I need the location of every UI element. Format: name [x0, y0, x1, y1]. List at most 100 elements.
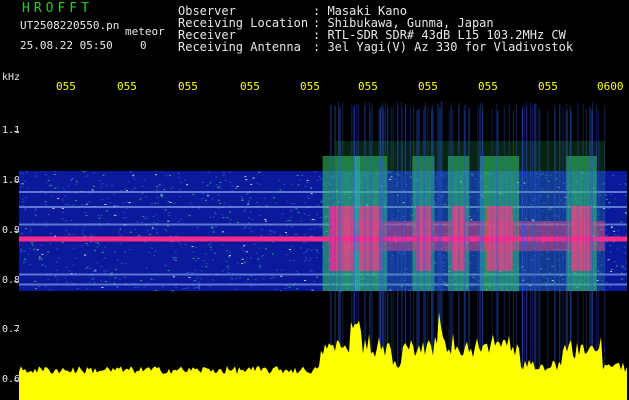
noise-speck — [83, 171, 86, 173]
noise-speck — [192, 258, 195, 259]
noise-speck — [285, 254, 288, 256]
noise-speck — [623, 268, 626, 270]
noise-speck — [85, 203, 88, 205]
noise-speck — [44, 193, 47, 195]
noise-speck — [196, 277, 199, 279]
noise-speck — [144, 218, 147, 220]
noise-speck — [94, 270, 97, 272]
echo-streak — [448, 110, 450, 381]
echo-streak — [329, 106, 331, 381]
echo-streak — [469, 108, 471, 381]
noise-speck — [201, 265, 204, 267]
noise-speck — [236, 262, 239, 264]
noise-speck — [235, 277, 238, 279]
noise-speck — [173, 258, 176, 260]
noise-speck — [140, 279, 143, 281]
noise-speck — [144, 241, 147, 243]
noise-speck — [93, 185, 95, 187]
echo-streak — [432, 105, 433, 381]
noise-speck — [209, 216, 211, 218]
noise-speck — [258, 172, 261, 173]
noise-speck — [609, 286, 612, 288]
noise-speck — [47, 251, 50, 253]
noise-speck — [186, 214, 189, 216]
noise-speck — [280, 275, 283, 277]
noise-speck — [171, 290, 174, 292]
noise-speck — [120, 262, 123, 264]
noise-speck — [113, 193, 115, 195]
noise-speck — [227, 272, 230, 274]
noise-speck — [250, 231, 253, 233]
noise-speck — [68, 233, 71, 235]
noise-speck — [179, 218, 182, 220]
noise-speck — [38, 256, 41, 258]
noise-speck — [609, 251, 612, 253]
noise-speck — [621, 278, 624, 280]
noise-speck — [193, 280, 196, 282]
antenna-label: Receiving Antenna — [178, 40, 301, 54]
noise-speck — [211, 227, 214, 229]
noise-speck — [31, 242, 33, 244]
noise-speck — [211, 259, 214, 261]
noise-speck — [301, 174, 304, 176]
noise-speck — [316, 276, 318, 278]
noise-speck — [625, 262, 627, 264]
noise-speck — [99, 279, 102, 281]
noise-speck — [314, 227, 317, 229]
echo-streak — [371, 103, 373, 382]
noise-speck — [254, 279, 257, 281]
noise-speck — [288, 220, 291, 222]
noise-speck — [157, 202, 160, 204]
echo-streak — [562, 106, 564, 382]
noise-speck — [61, 241, 64, 243]
noise-speck — [72, 204, 75, 206]
noise-speck — [22, 262, 25, 264]
noise-speck — [24, 209, 27, 211]
echo-streak — [479, 102, 481, 382]
noise-speck — [286, 234, 289, 236]
noise-speck — [244, 226, 247, 228]
noise-speck — [166, 225, 169, 227]
noise-speck — [34, 208, 37, 210]
noise-speck — [212, 216, 215, 218]
noise-speck — [72, 234, 75, 235]
noise-speck — [235, 289, 238, 290]
noise-speck — [279, 189, 282, 191]
noise-speck — [624, 195, 627, 196]
noise-speck — [209, 243, 212, 245]
noise-speck — [262, 255, 264, 256]
noise-speck — [62, 212, 65, 214]
noise-speck — [610, 268, 613, 270]
noise-speck — [300, 220, 303, 222]
noise-speck — [280, 269, 283, 271]
noise-speck — [613, 234, 616, 236]
noise-speck — [265, 248, 267, 250]
noise-speck — [172, 186, 175, 188]
noise-speck — [201, 182, 204, 183]
noise-speck — [189, 277, 192, 279]
noise-speck — [134, 187, 136, 189]
noise-speck — [127, 181, 130, 183]
noise-speck — [305, 258, 307, 260]
echo-streak — [559, 104, 561, 381]
noise-speck — [179, 196, 181, 198]
noise-speck — [607, 259, 610, 261]
noise-speck — [296, 288, 299, 290]
noise-speck — [81, 233, 84, 235]
echo-streak — [450, 106, 452, 382]
noise-speck — [288, 286, 291, 288]
noise-speck — [164, 265, 167, 267]
noise-speck — [167, 270, 170, 271]
noise-speck — [606, 234, 609, 235]
noise-speck — [100, 186, 103, 188]
noise-speck — [288, 249, 291, 250]
noise-speck — [41, 264, 44, 266]
echo-streak — [463, 105, 465, 381]
noise-speck — [624, 184, 627, 186]
noise-speck — [295, 270, 298, 272]
noise-speck — [24, 258, 26, 260]
frequency-unit-label: kHz — [2, 72, 21, 83]
echo-streak — [522, 107, 523, 381]
noise-speck — [38, 258, 41, 260]
noise-speck — [312, 289, 315, 291]
